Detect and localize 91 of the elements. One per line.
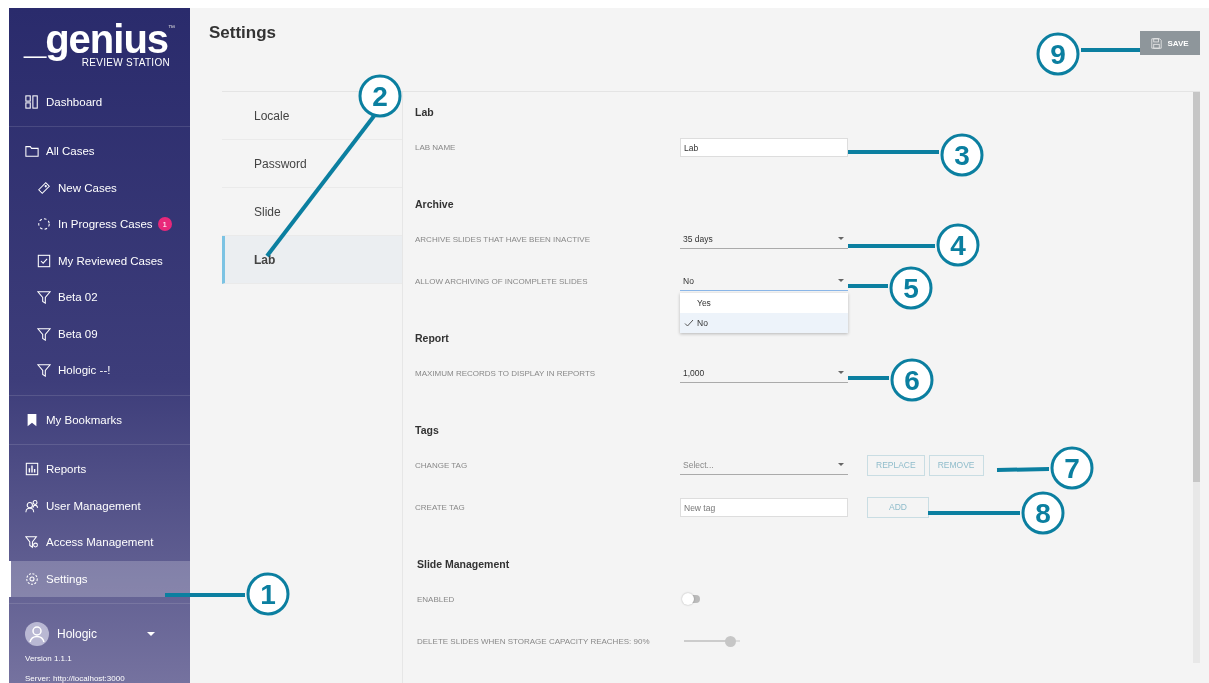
dashed-circle-icon xyxy=(37,217,51,232)
field-label: LAB NAME xyxy=(415,142,457,152)
sidebar-item[interactable]: All Cases xyxy=(9,133,190,170)
filter-icon xyxy=(37,326,51,341)
text-field[interactable]: Lab xyxy=(680,138,848,158)
server-text: Server: http://localhost:3000 xyxy=(25,674,126,683)
sidebar-item-label: New Cases xyxy=(58,181,117,194)
dropdown-field[interactable]: 35 days xyxy=(680,229,848,249)
field-label: ARCHIVE SLIDES THAT HAVE BEEN INACTIVE xyxy=(415,234,591,244)
sidebar-item[interactable]: My Bookmarks xyxy=(9,401,190,438)
caret-icon xyxy=(147,632,155,636)
section-title: Archive xyxy=(415,197,455,212)
count-badge: 1 xyxy=(157,217,172,232)
settings-tab[interactable]: Lab xyxy=(222,236,402,284)
callout-number: 2 xyxy=(358,74,402,118)
toggle-switch[interactable] xyxy=(684,595,700,603)
checkmark-icon xyxy=(684,317,694,328)
section-title: Report xyxy=(415,331,450,346)
field-label: ALLOW ARCHIVING OF INCOMPLETE SLIDES xyxy=(415,276,589,286)
callout-number: 9 xyxy=(1036,32,1080,76)
field-label: MAXIMUM RECORDS TO DISPLAY IN REPORTS xyxy=(415,368,597,378)
version-text: Version 1.1.1 xyxy=(25,654,73,663)
bookmark-icon xyxy=(25,412,39,427)
callout-number: 4 xyxy=(936,223,980,267)
dropdown-field[interactable]: 1,000 xyxy=(680,363,848,383)
callout-number: 1 xyxy=(246,572,290,616)
tag-icon xyxy=(37,180,51,195)
sidebar-item[interactable]: Settings xyxy=(9,560,190,597)
settings-icon xyxy=(25,571,39,586)
callout-number: 8 xyxy=(1021,491,1065,535)
sidebar-item-label: In Progress Cases xyxy=(58,218,153,231)
scrollbar-thumb[interactable] xyxy=(1193,92,1200,482)
caret-icon xyxy=(838,279,844,282)
field-label: ENABLED xyxy=(416,594,456,604)
sidebar-item[interactable]: In Progress Cases 1 xyxy=(9,206,190,243)
filter-icon xyxy=(37,290,51,305)
settings-tab[interactable]: Password xyxy=(222,140,402,188)
sidebar-item[interactable]: New Cases xyxy=(9,169,190,206)
field-label: DELETE SLIDES WHEN STORAGE CAPACITY REACHES: 90% xyxy=(416,636,651,646)
section-title: Tags xyxy=(415,423,440,438)
sidebar-item[interactable]: Access Management xyxy=(9,524,190,561)
sidebar-item-label: Reports xyxy=(46,463,87,476)
callout-number: 5 xyxy=(889,266,933,310)
sidebar-item-label: Beta 02 xyxy=(58,291,98,304)
caret-icon xyxy=(838,463,844,466)
leader-line xyxy=(848,284,888,288)
menu-option[interactable]: No xyxy=(680,312,848,333)
sidebar-item-label: My Reviewed Cases xyxy=(58,254,163,267)
folder-icon xyxy=(25,144,39,159)
field-label: CHANGE TAG xyxy=(415,460,469,470)
sidebar-item[interactable]: Reports xyxy=(9,451,190,488)
sidebar-item-label: Access Management xyxy=(46,536,154,549)
field-label: CREATE TAG xyxy=(415,502,466,512)
bar-chart-icon xyxy=(25,462,39,477)
callout-number: 6 xyxy=(890,358,934,402)
sidebar-item[interactable]: Hologic --! xyxy=(9,352,190,389)
caret-icon xyxy=(838,371,844,374)
sidebar-item[interactable]: My Reviewed Cases xyxy=(9,242,190,279)
slider-thumb[interactable] xyxy=(724,635,736,647)
leader-line xyxy=(1081,48,1140,52)
sidebar-item[interactable]: Dashboard xyxy=(9,83,190,120)
page-title: Settings xyxy=(209,23,277,43)
dashboard-icon xyxy=(25,94,39,109)
checkbox-icon xyxy=(37,253,51,268)
sidebar-item-label: Settings xyxy=(46,572,88,585)
sidebar-item-label: All Cases xyxy=(46,145,95,158)
leader-line xyxy=(848,376,889,380)
section-title: Lab xyxy=(415,105,435,120)
leader-line xyxy=(996,467,1050,472)
sidebar-item[interactable]: User Management xyxy=(9,487,190,524)
avatar-icon xyxy=(25,622,49,646)
sidebar-item-label: Beta 09 xyxy=(58,327,98,340)
menu-option[interactable]: Yes xyxy=(680,292,848,313)
sidebar-item-label: User Management xyxy=(46,499,141,512)
caret-icon xyxy=(838,237,844,240)
callout-number: 3 xyxy=(940,133,984,177)
sidebar-item-label: Hologic --! xyxy=(58,364,111,377)
sidebar-item-label: My Bookmarks xyxy=(46,413,123,426)
sidebar-item-label: Dashboard xyxy=(46,95,103,108)
text-field[interactable]: New tag xyxy=(680,498,848,518)
filter-key-icon xyxy=(25,535,39,550)
user-name: Hologic xyxy=(57,627,99,641)
scrollbar[interactable] xyxy=(1193,92,1200,663)
user-menu[interactable]: Hologic xyxy=(25,622,155,646)
callout-number: 7 xyxy=(1050,446,1094,490)
sidebar-item[interactable]: Beta 09 xyxy=(9,315,190,352)
users-icon xyxy=(25,498,39,513)
filter-icon xyxy=(37,363,51,378)
section-title: Slide Management xyxy=(416,557,511,572)
sidebar-item[interactable]: Beta 02 xyxy=(9,279,190,316)
dropdown-field[interactable]: No xyxy=(680,271,848,291)
